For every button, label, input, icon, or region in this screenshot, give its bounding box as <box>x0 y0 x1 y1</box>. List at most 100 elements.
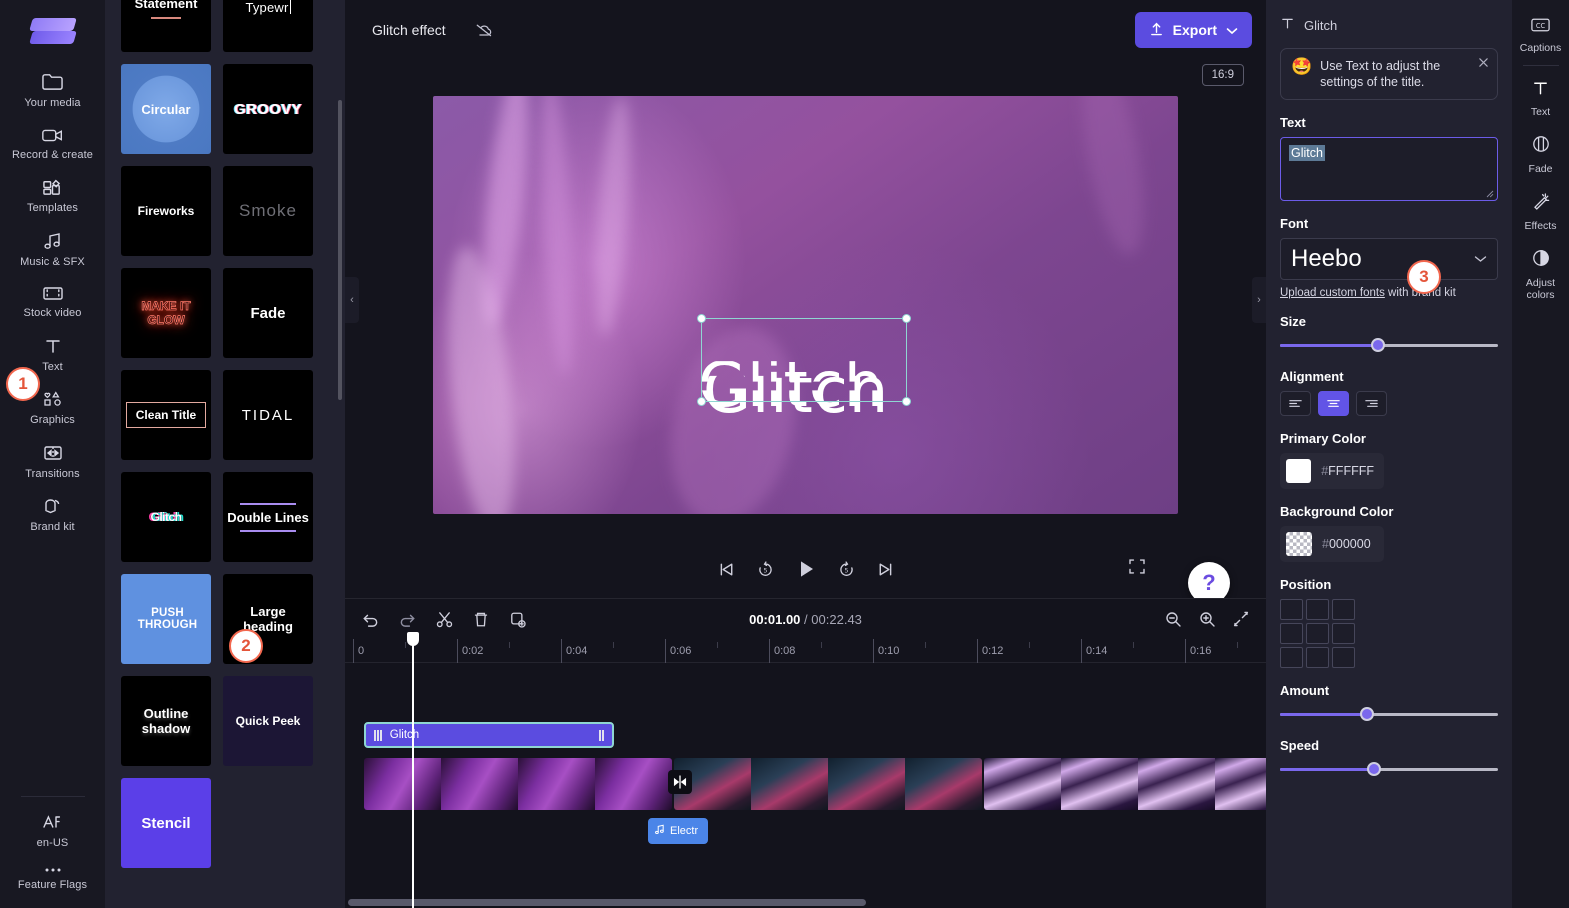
export-button[interactable]: Export <box>1134 12 1252 48</box>
right-rail-item-text[interactable]: Text <box>1512 70 1569 125</box>
timeline-clip-audio[interactable]: Electr <box>648 818 708 844</box>
template-card[interactable]: Quick Peek <box>223 676 313 766</box>
sidebar-item-graphics[interactable]: Graphics <box>0 380 105 434</box>
template-card[interactable]: Double Lines <box>223 472 313 562</box>
position-cell-top-left[interactable] <box>1280 599 1303 620</box>
align-center-button[interactable] <box>1318 391 1349 416</box>
template-card[interactable]: GROOVY <box>223 64 313 154</box>
skip-to-end-button[interactable] <box>876 560 895 579</box>
background-color-picker[interactable]: #000000 <box>1280 526 1384 562</box>
timeline-clip-video-2[interactable] <box>674 758 982 810</box>
right-rail-item-captions[interactable]: CC Captions <box>1512 8 1569 61</box>
play-button[interactable] <box>795 558 817 580</box>
position-cell-middle-left[interactable] <box>1280 623 1303 644</box>
amount-slider[interactable] <box>1280 705 1498 723</box>
clip-handle-left[interactable] <box>374 729 382 741</box>
collapse-right-panel-button[interactable]: › <box>1252 277 1266 323</box>
speed-slider[interactable] <box>1280 760 1498 778</box>
timeline-horizontal-scrollbar[interactable] <box>348 899 866 906</box>
template-card[interactable]: PUSH THROUGH <box>121 574 211 664</box>
amount-slider-thumb[interactable] <box>1360 707 1375 721</box>
collapse-left-panel-button[interactable]: ‹ <box>345 277 359 323</box>
position-cell-bottom-center[interactable] <box>1306 647 1329 668</box>
sidebar-item-music-sfx[interactable]: Music & SFX <box>0 222 105 276</box>
right-rail-item-fade[interactable]: Fade <box>1512 125 1569 182</box>
sidebar-item-brand-kit[interactable]: Brand kit <box>0 487 105 541</box>
align-right-button[interactable] <box>1356 391 1387 416</box>
redo-button[interactable] <box>398 611 417 628</box>
template-card[interactable]: Statement <box>121 0 211 52</box>
size-slider-thumb[interactable] <box>1371 338 1386 352</box>
template-card[interactable]: Clean Title <box>121 370 211 460</box>
close-icon[interactable] <box>1478 56 1489 71</box>
resize-handle-bottom-left[interactable] <box>697 397 706 406</box>
position-cell-top-right[interactable] <box>1332 599 1355 620</box>
speed-slider-thumb[interactable] <box>1366 762 1381 776</box>
template-card[interactable]: MAKE IT GLOW <box>121 268 211 358</box>
rewind-5-seconds-button[interactable]: 5 <box>756 560 775 579</box>
sidebar-item-language[interactable]: en-US <box>0 803 105 857</box>
video-canvas[interactable]: Glitch Glitch <box>433 96 1178 514</box>
align-left-button[interactable] <box>1280 391 1311 416</box>
text-input[interactable]: Glitch <box>1280 137 1498 201</box>
forward-5-seconds-button[interactable]: 5 <box>837 560 856 579</box>
timeline-clip-text[interactable]: Glitch <box>364 722 614 748</box>
template-card[interactable]: Circular <box>121 64 211 154</box>
position-label: Position <box>1280 577 1332 592</box>
position-cell-middle-right[interactable] <box>1332 623 1355 644</box>
fit-to-screen-icon[interactable] <box>1232 610 1250 628</box>
zoom-out-icon[interactable] <box>1164 610 1182 628</box>
skip-to-start-button[interactable] <box>717 560 736 579</box>
zoom-in-icon[interactable] <box>1198 610 1216 628</box>
sidebar-item-feature-flags[interactable]: Feature Flags <box>0 857 105 899</box>
resize-handle-top-right[interactable] <box>902 314 911 323</box>
template-card[interactable]: Fade <box>223 268 313 358</box>
position-cell-bottom-right[interactable] <box>1332 647 1355 668</box>
position-cell-bottom-left[interactable] <box>1280 647 1303 668</box>
template-card[interactable]: Smoke <box>223 166 313 256</box>
scissors-icon[interactable] <box>435 610 454 629</box>
template-card[interactable]: Typewr <box>223 0 313 52</box>
position-cell-top-center[interactable] <box>1306 599 1329 620</box>
sidebar-item-your-media[interactable]: Your media <box>0 62 105 117</box>
sidebar-item-templates[interactable]: Templates <box>0 168 105 222</box>
template-card-glitch[interactable]: Glitch <box>121 472 211 562</box>
template-card[interactable]: Outline shadow <box>121 676 211 766</box>
duplicate-icon[interactable] <box>508 610 527 629</box>
undo-button[interactable] <box>361 611 380 628</box>
size-slider[interactable] <box>1280 336 1498 354</box>
position-cell-middle-center[interactable] <box>1306 623 1329 644</box>
timeline-playhead[interactable] <box>407 632 419 908</box>
template-label: MAKE IT GLOW <box>141 299 191 328</box>
sidebar-item-stock-video[interactable]: Stock video <box>0 275 105 327</box>
sidebar-item-record-create[interactable]: Record & create <box>0 117 105 169</box>
template-card[interactable]: Stencil <box>121 778 211 868</box>
font-select[interactable]: Heebo <box>1280 238 1498 280</box>
trash-icon[interactable] <box>472 610 490 629</box>
right-rail-item-adjust-colors[interactable]: Adjust colors <box>1512 239 1569 308</box>
sidebar-item-label: Stock video <box>23 307 82 319</box>
timeline-clip-video-1[interactable] <box>364 758 672 810</box>
resize-grip-icon <box>1486 190 1494 198</box>
cloud-off-icon[interactable] <box>467 15 501 45</box>
templates-scrollbar[interactable] <box>338 100 342 400</box>
template-card[interactable]: Fireworks <box>121 166 211 256</box>
aspect-ratio-button[interactable]: 16:9 <box>1201 64 1244 86</box>
text-selection-box[interactable] <box>697 314 911 406</box>
ellipsis-icon <box>42 866 64 874</box>
timeline-clip-video-3[interactable] <box>984 758 1292 810</box>
project-name-field[interactable]: Glitch effect <box>359 15 459 45</box>
fullscreen-button[interactable] <box>1128 558 1146 581</box>
right-rail-item-effects[interactable]: Effects <box>1512 182 1569 239</box>
sidebar-item-text[interactable]: Text <box>0 327 105 381</box>
template-card[interactable]: Large heading <box>223 574 313 664</box>
sidebar-item-transitions[interactable]: Transitions <box>0 434 105 488</box>
resize-handle-bottom-right[interactable] <box>902 397 911 406</box>
primary-color-picker[interactable]: #FFFFFF <box>1280 453 1384 489</box>
clip-handle-right[interactable] <box>599 729 604 741</box>
template-card[interactable]: TIDAL <box>223 370 313 460</box>
split-clip-icon[interactable] <box>668 770 692 794</box>
timeline-ruler[interactable]: 0 0:02 0:04 0:06 0:08 0:10 0:12 0:14 0:1… <box>345 639 1266 663</box>
resize-handle-top-left[interactable] <box>697 314 706 323</box>
upload-custom-fonts-link[interactable]: Upload custom fonts <box>1280 287 1385 299</box>
